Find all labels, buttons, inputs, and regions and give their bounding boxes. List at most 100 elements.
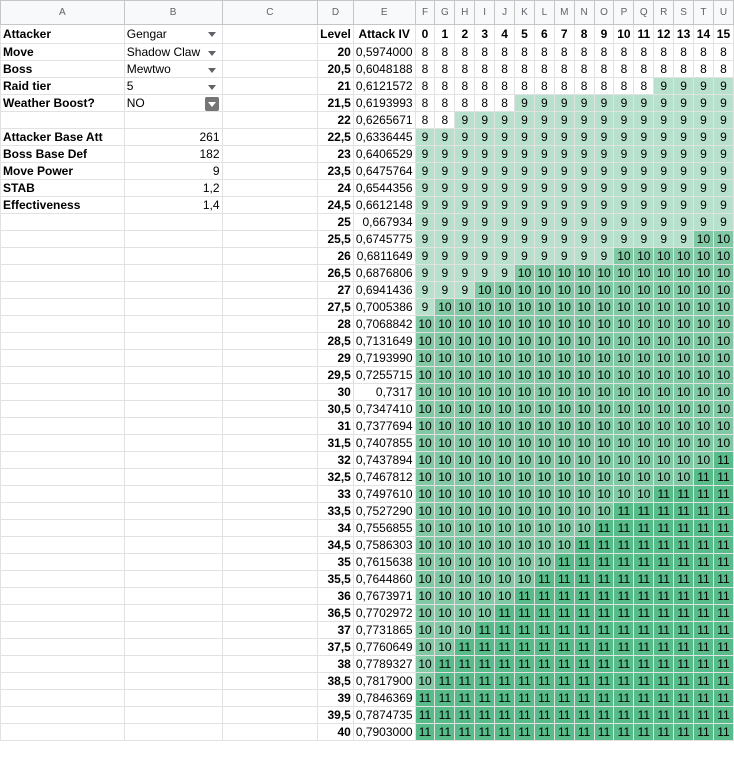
damage-cell[interactable]: 10 — [533, 349, 555, 367]
damage-cell[interactable]: 8 — [673, 60, 695, 78]
damage-cell[interactable]: 11 — [573, 638, 595, 656]
damage-cell[interactable]: 10 — [533, 281, 555, 299]
cp-multiplier-cell[interactable]: 0,7673971 — [352, 587, 416, 605]
damage-cell[interactable]: 9 — [613, 196, 635, 214]
damage-cell[interactable]: 9 — [633, 230, 655, 248]
empty-cell[interactable] — [0, 672, 125, 690]
damage-cell[interactable]: 10 — [514, 281, 535, 299]
damage-cell[interactable]: 10 — [673, 383, 695, 401]
damage-cell[interactable]: 9 — [613, 94, 635, 112]
damage-cell[interactable]: 10 — [573, 366, 595, 384]
damage-cell[interactable]: 10 — [693, 230, 714, 248]
damage-cell[interactable]: 10 — [514, 315, 535, 333]
damage-cell[interactable]: 11 — [573, 655, 595, 673]
damage-cell[interactable]: 10 — [553, 434, 575, 452]
cp-multiplier-cell[interactable]: 0,667934 — [352, 213, 416, 231]
damage-cell[interactable]: 9 — [693, 196, 714, 214]
empty-cell[interactable] — [221, 315, 319, 333]
damage-cell[interactable]: 11 — [693, 587, 714, 605]
param-label[interactable]: Weather Boost? — [0, 94, 125, 112]
damage-cell[interactable]: 10 — [573, 298, 595, 316]
damage-cell[interactable]: 8 — [653, 60, 675, 78]
cp-multiplier-cell[interactable]: 0,7193990 — [352, 349, 416, 367]
damage-cell[interactable]: 11 — [414, 723, 436, 741]
damage-cell[interactable]: 10 — [533, 502, 555, 520]
damage-cell[interactable]: 8 — [434, 60, 456, 78]
damage-cell[interactable]: 11 — [514, 672, 535, 690]
damage-cell[interactable]: 10 — [712, 264, 734, 282]
iv-header[interactable]: 6 — [533, 24, 555, 44]
empty-cell[interactable] — [123, 213, 223, 231]
damage-cell[interactable]: 10 — [533, 434, 555, 452]
damage-cell[interactable]: 9 — [573, 230, 595, 248]
damage-cell[interactable]: 10 — [633, 247, 655, 265]
damage-cell[interactable]: 11 — [533, 621, 555, 639]
damage-cell[interactable]: 10 — [613, 281, 635, 299]
damage-cell[interactable]: 10 — [653, 468, 675, 486]
empty-cell[interactable] — [123, 621, 223, 639]
damage-cell[interactable]: 9 — [693, 213, 714, 231]
column-header-n[interactable]: N — [573, 0, 595, 25]
damage-cell[interactable]: 10 — [633, 281, 655, 299]
damage-cell[interactable]: 9 — [454, 196, 476, 214]
damage-cell[interactable]: 11 — [673, 655, 695, 673]
damage-cell[interactable]: 10 — [414, 604, 436, 622]
damage-cell[interactable]: 11 — [633, 570, 655, 588]
cp-multiplier-cell[interactable]: 0,7789327 — [352, 655, 416, 673]
cp-multiplier-cell[interactable]: 0,7817900 — [352, 672, 416, 690]
empty-cell[interactable] — [0, 638, 125, 656]
empty-cell[interactable] — [123, 553, 223, 571]
empty-cell[interactable] — [123, 587, 223, 605]
damage-cell[interactable]: 9 — [514, 230, 535, 248]
damage-cell[interactable]: 10 — [414, 349, 436, 367]
damage-cell[interactable]: 10 — [514, 451, 535, 469]
damage-cell[interactable]: 8 — [653, 43, 675, 61]
damage-cell[interactable]: 10 — [593, 264, 615, 282]
damage-cell[interactable]: 10 — [454, 332, 476, 350]
damage-cell[interactable]: 9 — [414, 196, 436, 214]
damage-cell[interactable]: 9 — [653, 111, 675, 129]
damage-cell[interactable]: 10 — [653, 298, 675, 316]
damage-cell[interactable]: 10 — [454, 315, 476, 333]
damage-cell[interactable]: 10 — [553, 332, 575, 350]
empty-cell[interactable] — [123, 689, 223, 707]
damage-cell[interactable]: 10 — [673, 332, 695, 350]
damage-cell[interactable]: 9 — [673, 128, 695, 146]
damage-cell[interactable]: 11 — [514, 689, 535, 707]
cp-multiplier-cell[interactable]: 0,6121572 — [352, 77, 416, 95]
empty-cell[interactable] — [0, 689, 125, 707]
empty-cell[interactable] — [0, 570, 125, 588]
damage-cell[interactable]: 8 — [474, 94, 496, 112]
empty-cell[interactable] — [123, 672, 223, 690]
damage-cell[interactable]: 9 — [414, 128, 436, 146]
empty-cell[interactable] — [0, 553, 125, 571]
level-cell[interactable]: 30 — [317, 383, 354, 401]
damage-cell[interactable]: 11 — [414, 706, 436, 724]
damage-cell[interactable]: 10 — [494, 434, 516, 452]
damage-cell[interactable]: 9 — [573, 94, 595, 112]
iv-header[interactable]: 15 — [712, 24, 734, 44]
empty-cell[interactable] — [221, 111, 319, 129]
damage-cell[interactable]: 11 — [673, 723, 695, 741]
damage-cell[interactable]: 11 — [693, 672, 714, 690]
damage-cell[interactable]: 9 — [633, 145, 655, 163]
damage-cell[interactable]: 9 — [434, 281, 456, 299]
damage-cell[interactable]: 10 — [533, 553, 555, 571]
damage-cell[interactable]: 11 — [494, 672, 516, 690]
empty-cell[interactable] — [221, 536, 319, 554]
damage-cell[interactable]: 10 — [573, 383, 595, 401]
damage-cell[interactable]: 11 — [712, 468, 734, 486]
column-header-g[interactable]: G — [434, 0, 456, 25]
damage-cell[interactable]: 10 — [593, 434, 615, 452]
empty-cell[interactable] — [221, 196, 319, 214]
damage-cell[interactable]: 10 — [553, 519, 575, 537]
damage-cell[interactable]: 9 — [474, 213, 496, 231]
column-header-k[interactable]: K — [514, 0, 535, 25]
damage-cell[interactable]: 11 — [693, 485, 714, 503]
empty-cell[interactable] — [123, 417, 223, 435]
damage-cell[interactable]: 11 — [533, 723, 555, 741]
empty-cell[interactable] — [123, 332, 223, 350]
damage-cell[interactable]: 10 — [693, 434, 714, 452]
damage-cell[interactable]: 10 — [514, 502, 535, 520]
damage-cell[interactable]: 11 — [613, 672, 635, 690]
